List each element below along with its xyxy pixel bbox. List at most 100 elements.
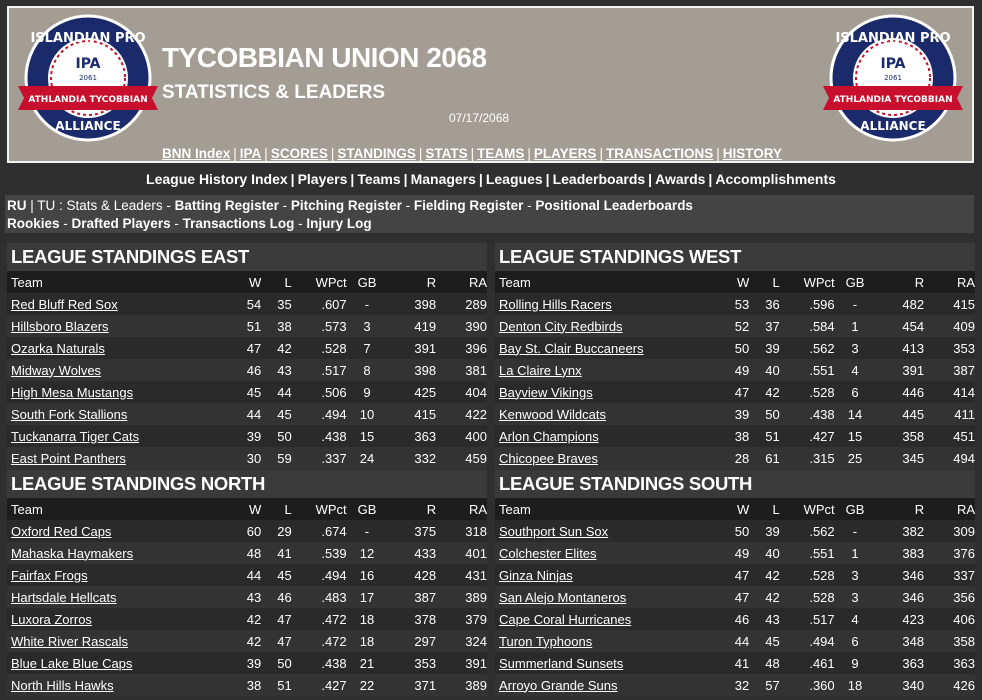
column-header-wpct[interactable]: WPct [291, 271, 347, 293]
team-link[interactable]: Chicopee Braves [499, 451, 598, 466]
ipa-logo-left[interactable]: ISLANDIAN PRO IPA 2061 ATHLANDIA TYCOBBI… [14, 12, 162, 152]
team-link[interactable]: Midway Wolves [11, 363, 101, 378]
team-link[interactable]: Blue Lake Blue Caps [11, 656, 132, 671]
column-header-wpct[interactable]: WPct [779, 271, 835, 293]
column-header-gb[interactable]: GB [834, 271, 876, 293]
subnav-leaderboards[interactable]: Leaderboards [553, 171, 646, 187]
team-link[interactable]: Mahaska Haymakers [11, 546, 133, 561]
team-link[interactable]: Hillsboro Blazers [11, 319, 109, 334]
column-header-runs[interactable]: R [875, 498, 925, 520]
link-batting-register[interactable]: Batting Register [175, 198, 279, 213]
ipa-logo-right[interactable]: ISLANDIAN PRO IPA 2061 ATHLANDIA TYCOBBI… [819, 12, 967, 152]
column-header-team[interactable]: Team [495, 498, 725, 520]
team-link[interactable]: Turon Typhoons [499, 634, 592, 649]
topnav-players[interactable]: PLAYERS [534, 146, 597, 161]
team-link[interactable]: Luxora Zorros [11, 612, 92, 627]
cell-gb: 6 [834, 630, 876, 652]
team-link[interactable]: La Claire Lynx [499, 363, 582, 378]
column-header-gb[interactable]: GB [346, 498, 388, 520]
team-link[interactable]: North Hills Hawks [11, 678, 114, 693]
link-injury-log[interactable]: Injury Log [306, 216, 371, 231]
subnav-accomplishments[interactable]: Accomplishments [715, 171, 836, 187]
column-header-losses[interactable]: L [749, 498, 780, 520]
link-positional-leaderboards[interactable]: Positional Leaderboards [535, 198, 693, 213]
link-rookies[interactable]: Rookies [7, 216, 60, 231]
column-header-wins[interactable]: W [724, 271, 750, 293]
team-link[interactable]: Southport Sun Sox [499, 524, 608, 539]
topnav-standings[interactable]: STANDINGS [337, 146, 416, 161]
column-header-runs-allowed[interactable]: RA [436, 271, 487, 293]
team-link[interactable]: High Mesa Mustangs [11, 385, 133, 400]
team-link[interactable]: Oxford Red Caps [11, 524, 111, 539]
column-header-runs[interactable]: R [875, 271, 925, 293]
column-header-gb[interactable]: GB [834, 498, 876, 520]
link-pitching-register[interactable]: Pitching Register [291, 198, 402, 213]
team-link[interactable]: Denton City Redbirds [499, 319, 623, 334]
team-link[interactable]: Rolling Hills Racers [499, 297, 612, 312]
team-link[interactable]: White River Rascals [11, 634, 128, 649]
topnav-stats[interactable]: STATS [425, 146, 467, 161]
team-link[interactable]: Colchester Elites [499, 546, 597, 561]
column-header-team[interactable]: Team [7, 498, 237, 520]
topnav-bnn-index[interactable]: BNN Index [162, 146, 230, 161]
team-link[interactable]: East Point Panthers [11, 451, 126, 466]
team-link[interactable]: Red Bluff Red Sox [11, 297, 118, 312]
topnav-teams[interactable]: TEAMS [477, 146, 524, 161]
cell-losses: 45 [261, 403, 292, 425]
team-link[interactable]: Ginza Ninjas [499, 568, 573, 583]
team-link[interactable]: Arlon Champions [499, 429, 599, 444]
cell-runs: 423 [875, 608, 925, 630]
link-fielding-register[interactable]: Fielding Register [414, 198, 524, 213]
column-header-team[interactable]: Team [495, 271, 725, 293]
topnav-history[interactable]: HISTORY [723, 146, 782, 161]
cell-team: La Claire Lynx [495, 359, 725, 381]
team-link[interactable]: San Alejo Montaneros [499, 590, 626, 605]
team-link[interactable]: Ozarka Naturals [11, 341, 105, 356]
subnav-awards[interactable]: Awards [655, 171, 705, 187]
subnav-players[interactable]: Players [298, 171, 348, 187]
column-header-wins[interactable]: W [236, 271, 262, 293]
team-link[interactable]: South Fork Stallions [11, 407, 127, 422]
subnav-league-history-index[interactable]: League History Index [146, 171, 288, 187]
topnav-transactions[interactable]: TRANSACTIONS [606, 146, 713, 161]
column-header-runs-allowed[interactable]: RA [924, 271, 975, 293]
column-header-runs[interactable]: R [387, 271, 437, 293]
team-link[interactable]: Cape Coral Hurricanes [499, 612, 631, 627]
cell-team: Denton City Redbirds [495, 315, 725, 337]
column-header-runs[interactable]: R [387, 498, 437, 520]
link-transactions-log[interactable]: Transactions Log [183, 216, 295, 231]
breadcrumb-current: TU : Stats & Leaders [37, 198, 163, 213]
cell-runs-allowed: 431 [436, 564, 487, 586]
team-link[interactable]: Fairfax Frogs [11, 568, 88, 583]
column-header-losses[interactable]: L [749, 271, 780, 293]
column-header-wins[interactable]: W [724, 498, 750, 520]
column-header-runs-allowed[interactable]: RA [924, 498, 975, 520]
team-link[interactable]: Hartsdale Hellcats [11, 590, 117, 605]
topnav-ipa[interactable]: IPA [240, 146, 262, 161]
team-link[interactable]: Kenwood Wildcats [499, 407, 606, 422]
link-drafted-players[interactable]: Drafted Players [72, 216, 171, 231]
team-link[interactable]: Tuckanarra Tiger Cats [11, 429, 139, 444]
subnav-managers[interactable]: Managers [411, 171, 476, 187]
column-header-wpct[interactable]: WPct [291, 498, 347, 520]
cell-losses: 43 [749, 608, 780, 630]
column-header-losses[interactable]: L [261, 271, 292, 293]
breadcrumb-root[interactable]: RU [7, 198, 27, 213]
team-link[interactable]: Arroyo Grande Suns [499, 678, 618, 693]
subnav-leagues[interactable]: Leagues [486, 171, 543, 187]
column-header-wins[interactable]: W [236, 498, 262, 520]
column-header-gb[interactable]: GB [346, 271, 388, 293]
column-header-wpct[interactable]: WPct [779, 498, 835, 520]
cell-team: Luxora Zorros [7, 608, 237, 630]
breadcrumb: RU | TU : Stats & Leaders - Batting Regi… [5, 195, 974, 233]
table-row: San Alejo Montaneros 47 42.528 3 346 356 [495, 586, 975, 608]
table-row: Tuckanarra Tiger Cats 39 50.438 15 363 400 [7, 425, 487, 447]
column-header-losses[interactable]: L [261, 498, 292, 520]
subnav-teams[interactable]: Teams [357, 171, 400, 187]
topnav-scores[interactable]: SCORES [271, 146, 328, 161]
team-link[interactable]: Bayview Vikings [499, 385, 593, 400]
column-header-runs-allowed[interactable]: RA [436, 498, 487, 520]
column-header-team[interactable]: Team [7, 271, 237, 293]
team-link[interactable]: Summerland Sunsets [499, 656, 623, 671]
team-link[interactable]: Bay St. Clair Buccaneers [499, 341, 644, 356]
